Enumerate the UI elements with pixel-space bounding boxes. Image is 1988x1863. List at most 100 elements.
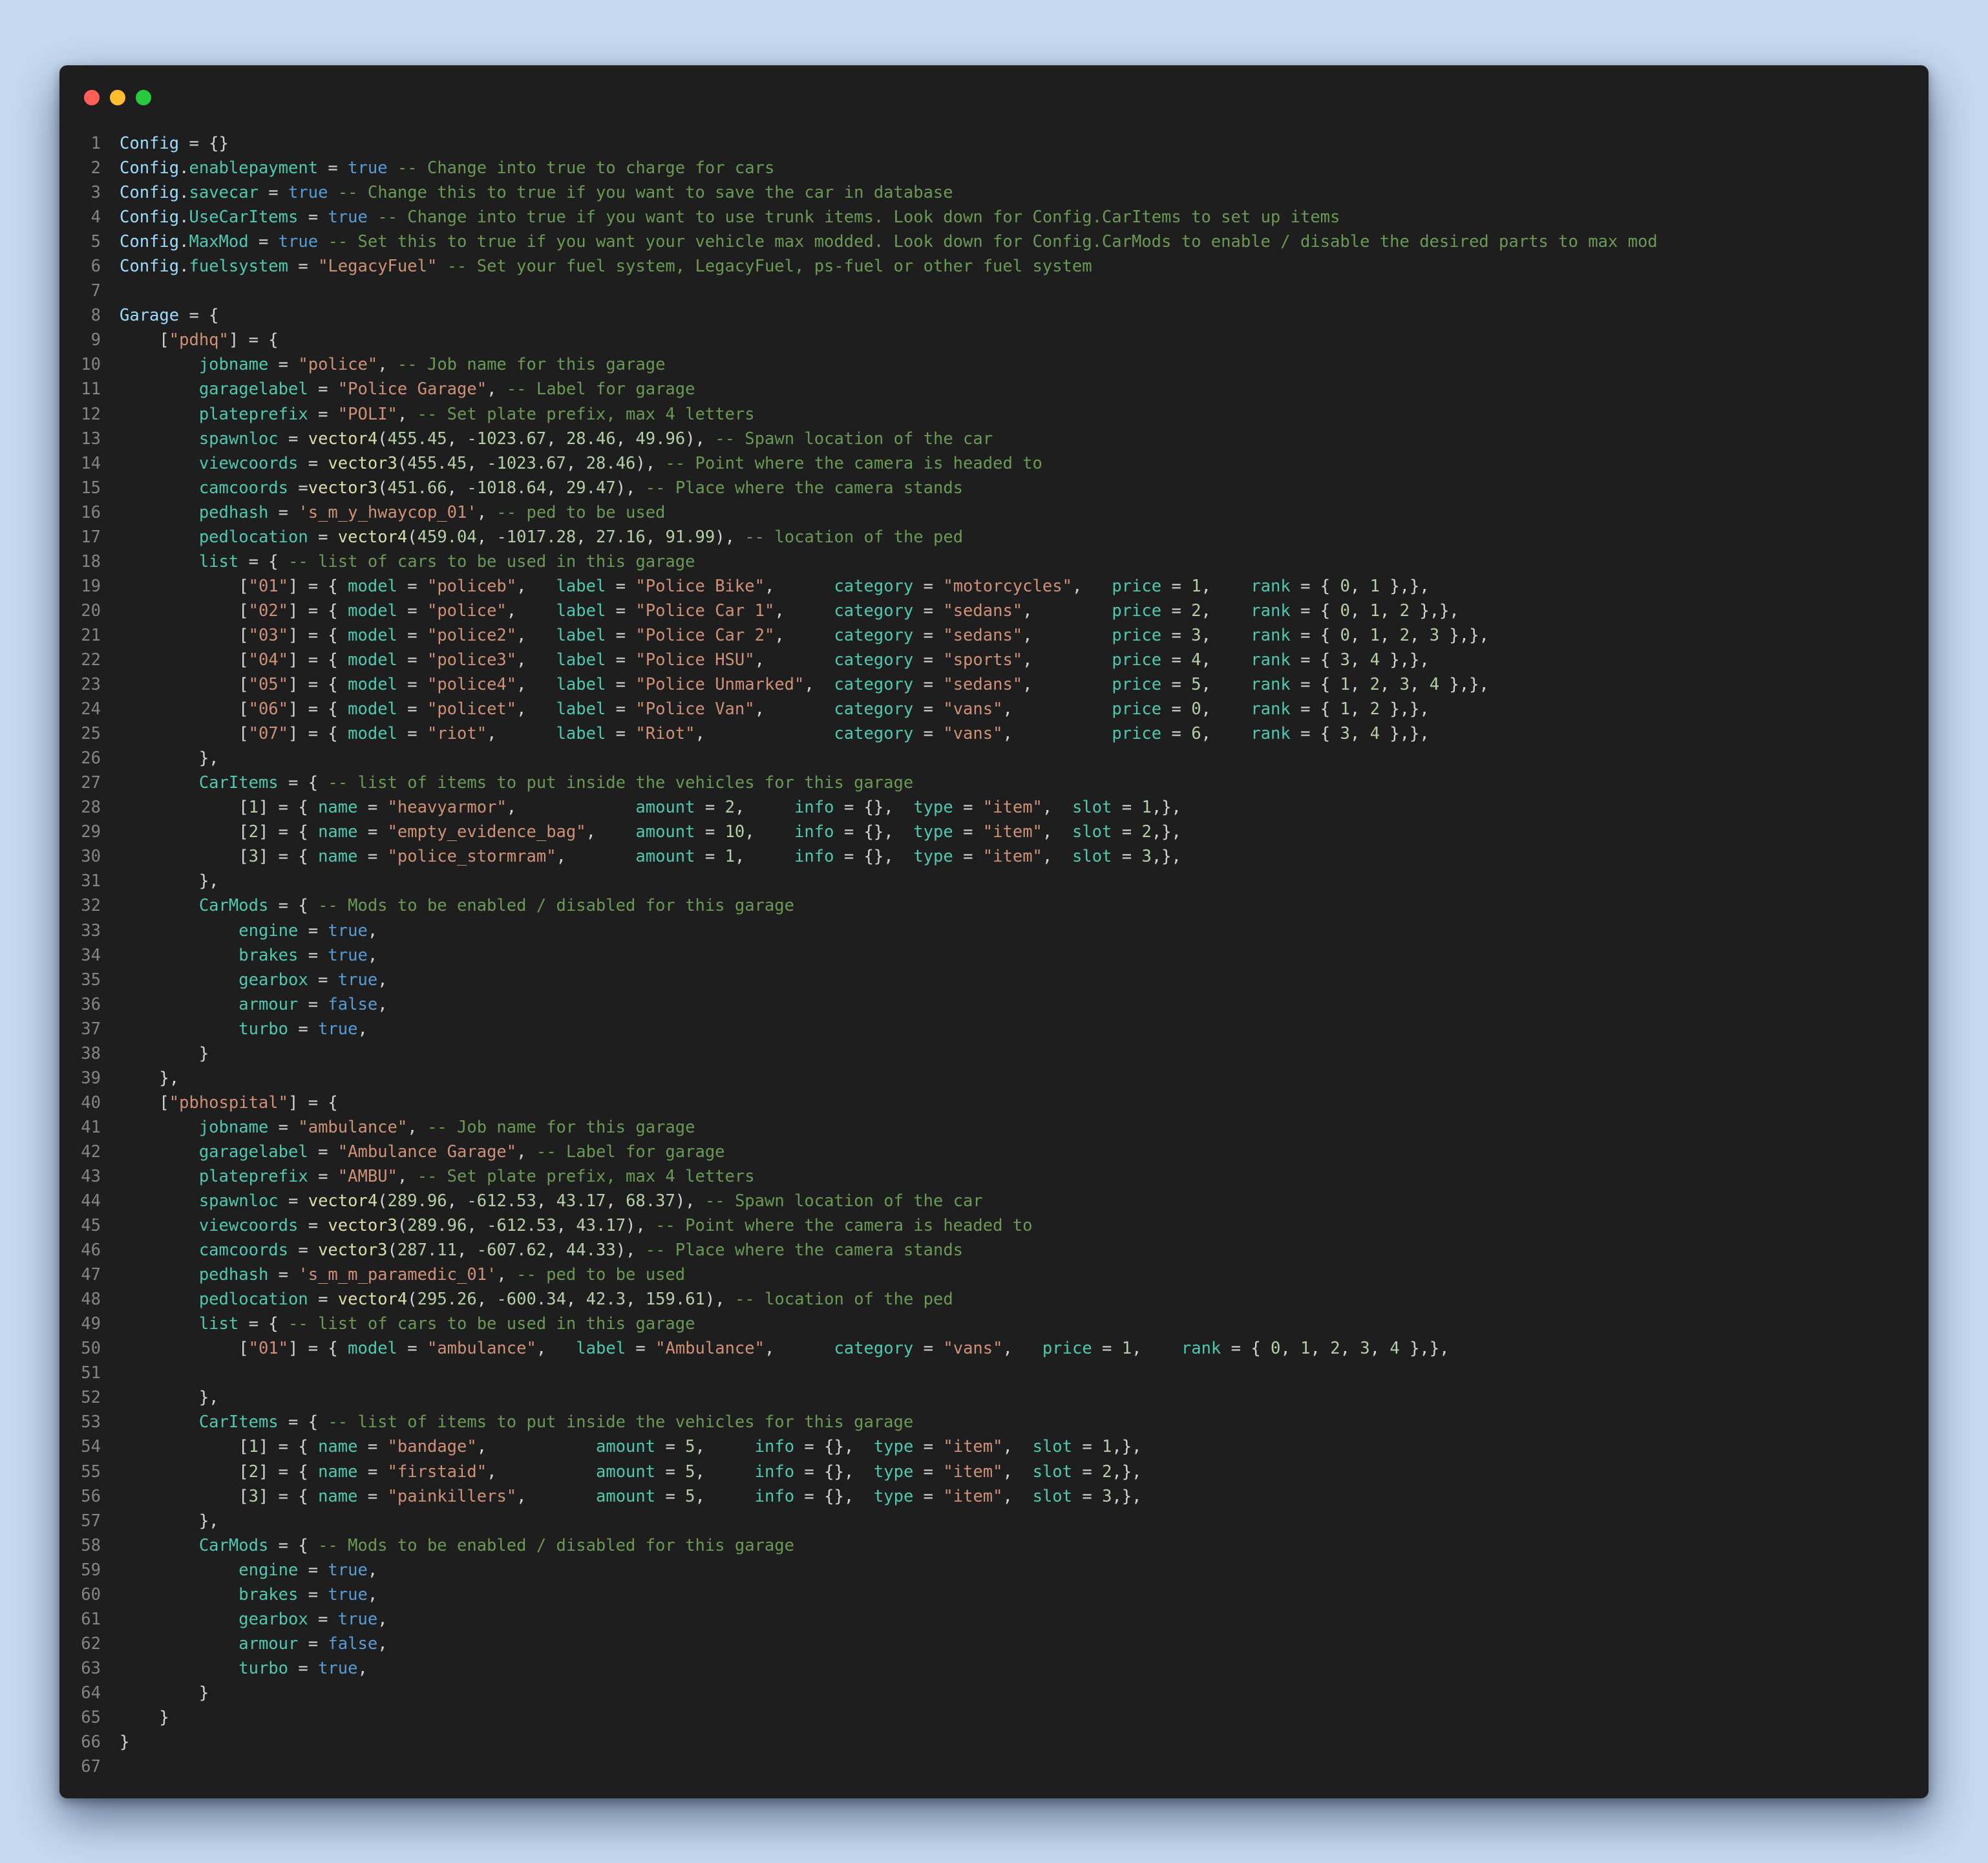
code-token: enablepayment [189,158,319,178]
code-token: "Riot" [635,724,695,744]
code-token: 0 [1191,699,1201,719]
code-line: 43 plateprefix = "AMBU", -- Set plate pr… [59,1164,1929,1189]
code-token: = { [179,306,219,326]
code-token: , [487,379,507,399]
code-token: armour [238,994,299,1014]
code-token: "bandage" [387,1437,477,1457]
code-token: model [348,576,397,596]
line-number: 51 [81,1363,101,1383]
code-token: , [1340,1339,1360,1359]
code-line: 44 spawnloc = vector4(289.96, -612.53, 4… [59,1189,1929,1213]
code-token: 5 [685,1462,695,1482]
code-line: 32 CarMods = { -- Mods to be enabled / d… [59,893,1929,918]
code-token: , [576,527,596,547]
code-token: jobname [198,355,269,375]
code-token: -- Set this to true if you want your veh… [318,232,1658,252]
code-token: category [834,1339,914,1359]
code-token: , [1379,601,1400,621]
code-line: 38 } [59,1041,1929,1066]
line-number: 4 [90,208,101,228]
code-token: } [120,1708,169,1727]
code-token: , [695,724,834,744]
code-token: [ [120,847,249,867]
code-token: vector3 [308,478,378,498]
code-token: label [556,625,606,645]
code-token: 43.17 [576,1216,626,1236]
code-token: turbo [238,1658,288,1678]
code-token: 3 [1399,675,1410,695]
line-content: } [101,1681,209,1705]
code-token: ] = { [288,601,348,621]
code-token: 3 [1340,650,1350,670]
code-token: "Ambulance" [655,1339,765,1359]
line-content: ["07"] = { model = "riot", label = "Riot… [101,721,1429,746]
code-token: = [1072,1437,1103,1457]
code-token: info [754,1462,795,1482]
line-content: camcoords = vector3(287.11, -607.62, 44.… [101,1238,963,1262]
code-token: type [873,1462,914,1482]
line-content: turbo = true, [101,1017,368,1041]
code-token: 0 [1340,576,1350,596]
code-token: rank [1251,625,1291,645]
code-token: type [873,1437,914,1457]
code-token: 68.37 [626,1191,675,1211]
line-content: }, [101,869,219,893]
code-token: 1 [1340,699,1350,719]
code-token: 's_m_m_paramedic_01' [298,1265,497,1285]
code-token: = [268,1265,299,1285]
code-token: ), [615,1240,646,1261]
code-token: "Police HSU" [635,650,755,670]
line-content: [3] = { name = "police_stormram", amount… [101,844,1181,869]
minimize-button[interactable] [110,90,125,105]
line-content: }, [101,1385,219,1410]
code-token: label [556,699,606,719]
code-token: -- Set plate prefix, max 4 letters [417,404,755,424]
code-token: 4 [1369,650,1380,670]
code-token: },}, [1379,576,1430,596]
code-token: info [794,798,834,818]
code-line: 6 Config.fuelsystem = "LegacyFuel" -- Set… [59,254,1929,279]
code-token: 159.61 [645,1290,705,1310]
code-line: 10 jobname = "police", -- Job name for t… [59,352,1929,377]
code-token: -- list of items to put inside the vehic… [328,773,914,793]
code-line: 65 } [59,1705,1929,1730]
code-line: 57 }, [59,1509,1929,1533]
code-token: . [179,257,189,277]
line-number: 48 [81,1290,101,1310]
line-number: 25 [81,724,101,744]
code-token: , [447,478,467,498]
code-token: , [1201,576,1251,596]
code-token: , [754,650,834,670]
close-button[interactable] [84,90,100,105]
code-token: amount [595,1462,656,1482]
maximize-button[interactable] [136,90,151,105]
code-token: } [120,1043,209,1063]
code-token: = [397,724,427,744]
code-token: "item" [982,798,1042,818]
code-token: , [1042,798,1072,818]
code-token: "firstaid" [387,1462,487,1482]
code-token: 2 [1191,601,1201,621]
line-number: 36 [81,994,101,1014]
code-token: 455.45 [407,453,467,473]
line-number: 16 [81,502,101,522]
code-token: spawnloc [198,429,279,449]
code-token: 2 [724,798,735,818]
code-token: "riot" [427,724,487,744]
code-token: , [1022,650,1112,670]
line-content: ["03"] = { model = "police2", label = "P… [101,623,1489,648]
code-editor[interactable]: 1 Config = {} 2 Config.enablepayment = true… [59,131,1929,1779]
code-token: ( [397,1216,408,1236]
code-token: ] = { [288,650,348,670]
line-number: 46 [81,1240,101,1261]
code-line: 25 ["07"] = { model = "riot", label = "R… [59,721,1929,746]
code-token: amount [595,1437,656,1457]
code-token: category [834,601,914,621]
code-token: Config [120,158,180,178]
line-content: CarItems = { -- list of items to put ins… [101,771,913,795]
line-content: CarMods = { -- Mods to be enabled / disa… [101,893,794,918]
code-token: ,}, [1112,1486,1142,1506]
